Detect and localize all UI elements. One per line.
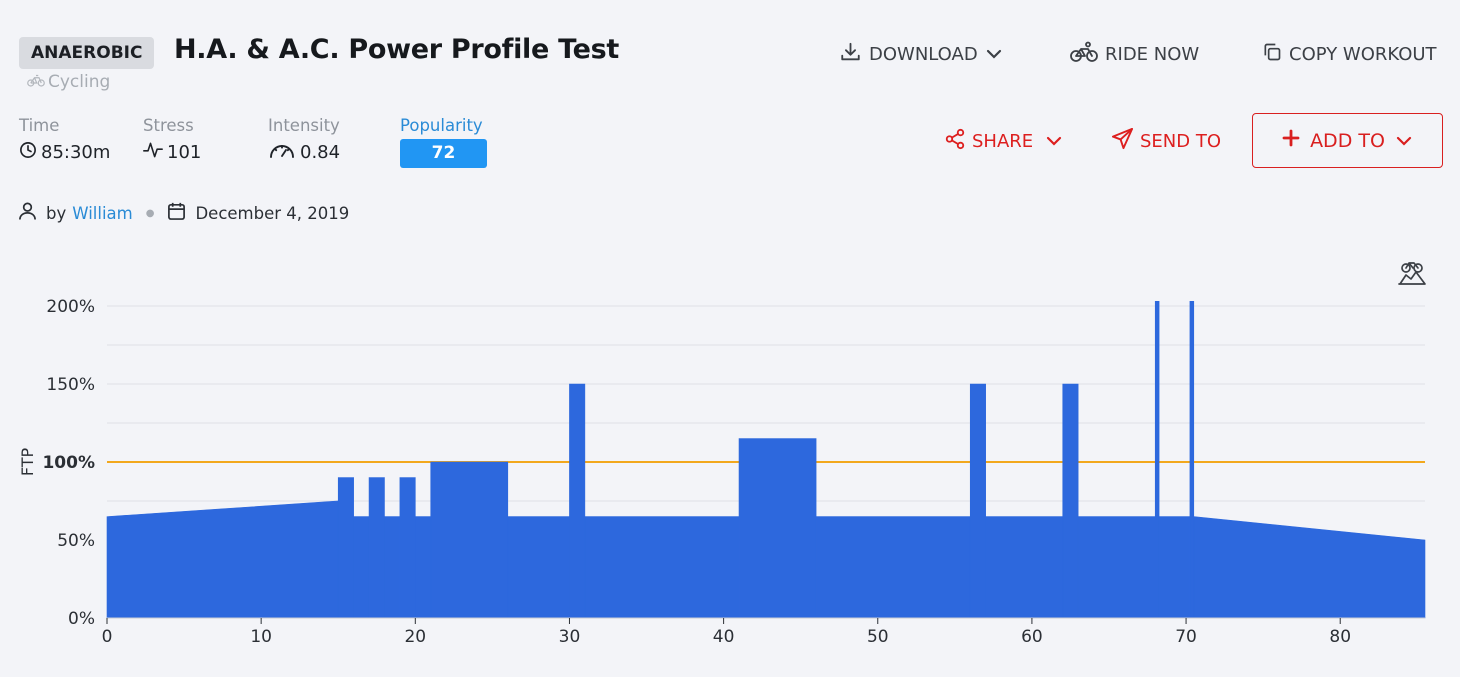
share-label: SHARE [972, 130, 1034, 152]
workout-power-chart: 0% 50% 100% 150% 200% 0 10 20 30 40 50 60 70 80 FTP [18, 297, 1426, 647]
send-to-label: SEND TO [1140, 130, 1222, 152]
x-tick-label: 20 [404, 627, 426, 647]
workout-interval-bar [415, 516, 432, 619]
workout-interval-bar [430, 461, 509, 619]
stat-stress: Stress 101 [143, 116, 201, 164]
send-to-button[interactable]: SEND TO [1111, 127, 1221, 155]
download-button[interactable]: DOWNLOAD [839, 40, 1003, 68]
workout-interval-bar [384, 516, 401, 619]
x-tick-label: 40 [713, 627, 735, 647]
plus-icon [1282, 129, 1300, 152]
workout-interval-bar [399, 477, 416, 619]
stat-popularity: Popularity 72 [400, 116, 487, 168]
copy-workout-label: COPY WORKOUT [1289, 43, 1437, 65]
stress-label: Stress [143, 116, 194, 135]
x-tick-label: 0 [102, 627, 113, 647]
copy-icon [1262, 42, 1282, 67]
gauge-icon [268, 141, 296, 164]
chevron-down-icon [1045, 131, 1063, 152]
copy-workout-button[interactable]: COPY WORKOUT [1262, 40, 1437, 68]
workout-meta: by William ● December 4, 2019 [18, 201, 349, 225]
x-tick-label: 10 [250, 627, 272, 647]
share-icon [944, 128, 966, 155]
y-tick-label: 100% [42, 453, 95, 473]
workout-interval-bar [337, 477, 354, 619]
workout-interval-bar [1193, 516, 1426, 619]
bike-icon [27, 72, 45, 92]
workout-title: H.A. & A.C. Power Profile Test [174, 34, 620, 65]
user-icon [18, 201, 37, 225]
separator-dot: ● [145, 207, 155, 219]
stress-value: 101 [167, 142, 202, 163]
add-to-button[interactable]: ADD TO [1252, 113, 1443, 168]
bike-icon [1070, 41, 1098, 68]
y-tick-label: 0% [68, 609, 95, 629]
sport-name: Cycling [48, 72, 111, 92]
clock-icon [19, 141, 37, 164]
author-link[interactable]: William [72, 204, 132, 223]
y-tick-label: 50% [57, 531, 95, 551]
workout-interval-bar [507, 516, 570, 619]
workout-interval-bar [985, 516, 1064, 619]
time-label: Time [19, 116, 60, 135]
chevron-down-icon [985, 44, 1003, 65]
ride-now-label: RIDE NOW [1105, 43, 1200, 65]
x-tick-label: 70 [1175, 627, 1197, 647]
workout-interval-bar [815, 516, 971, 619]
intensity-value: 0.84 [300, 142, 341, 163]
stat-time: Time 85:30m [19, 116, 110, 164]
add-to-label: ADD TO [1310, 129, 1385, 152]
stat-intensity: Intensity 0.84 [268, 116, 340, 164]
send-icon [1111, 127, 1134, 155]
popularity-label: Popularity [400, 116, 483, 135]
workout-interval-bar [569, 383, 586, 619]
intensity-label: Intensity [268, 116, 340, 135]
workout-interval-bar [1189, 301, 1195, 619]
workout-interval-bar [738, 438, 817, 619]
workout-interval-bar [1077, 516, 1156, 619]
x-tick-label: 80 [1329, 627, 1351, 647]
x-tick-label: 30 [559, 627, 581, 647]
time-value: 85:30m [41, 142, 111, 163]
workout-interval-bar [353, 516, 370, 619]
workout-interval-bar [1062, 383, 1079, 619]
calendar-icon [167, 201, 186, 225]
chevron-down-icon [1395, 130, 1413, 152]
x-tick-label: 50 [867, 627, 889, 647]
workout-interval-bar [106, 500, 339, 619]
by-label: by [46, 203, 67, 223]
ride-now-button[interactable]: RIDE NOW [1070, 40, 1199, 68]
workout-interval-bar [1154, 301, 1160, 619]
workout-interval-bar [584, 516, 740, 619]
pulse-icon [143, 141, 163, 164]
y-axis-label: FTP [18, 447, 37, 476]
popularity-value: 72 [400, 139, 487, 168]
workout-interval-bar [368, 477, 385, 619]
share-button[interactable]: SHARE [944, 127, 1063, 155]
x-tick-label: 60 [1021, 627, 1043, 647]
workout-type-badge: ANAEROBIC [19, 37, 155, 69]
download-icon [839, 41, 862, 68]
date-value: December 4, 2019 [195, 203, 350, 223]
y-tick-label: 200% [46, 297, 95, 317]
download-label: DOWNLOAD [869, 43, 978, 65]
workout-interval-bar [969, 383, 986, 619]
workout-interval-bar [1158, 516, 1191, 619]
sport-label: Cycling [27, 72, 110, 92]
y-tick-label: 150% [46, 375, 95, 395]
